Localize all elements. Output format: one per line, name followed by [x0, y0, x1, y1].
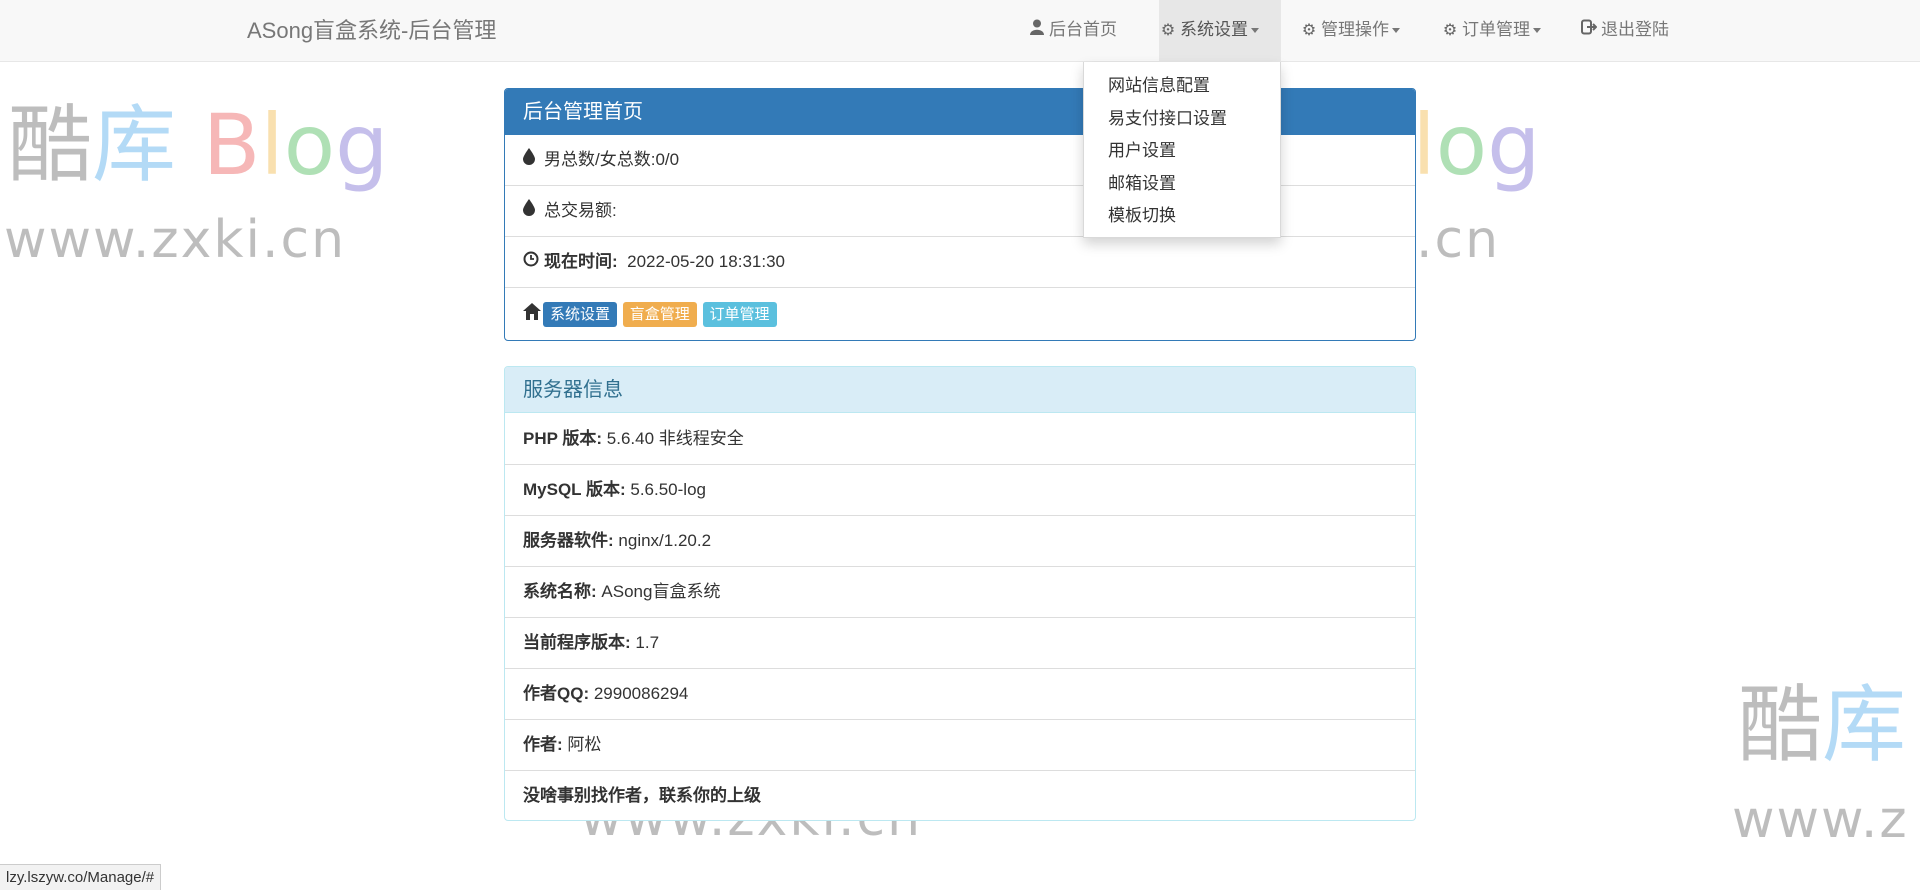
- system-settings-dropdown: 网站信息配置 易支付接口设置 用户设置 邮箱设置 模板切换: [1083, 62, 1281, 238]
- server-info-row: 作者: 阿松: [505, 720, 1415, 771]
- logout-icon: [1580, 1, 1598, 61]
- current-time-value: 2022-05-20 18:31:30: [627, 252, 785, 271]
- dropdown-item-email-settings[interactable]: 邮箱设置: [1108, 172, 1176, 196]
- gear-icon: ⚙: [1160, 22, 1176, 39]
- server-info-row: MySQL 版本: 5.6.50-log: [505, 465, 1415, 516]
- nav-system-settings[interactable]: ⚙ 系统设置: [1159, 0, 1281, 61]
- dropdown-item-template[interactable]: 模板切换: [1108, 204, 1176, 228]
- caret-down-icon: [1533, 28, 1541, 34]
- server-info-row: 没啥事别找作者，联系你的上级: [523, 786, 761, 805]
- user-icon: [1028, 1, 1046, 61]
- nav-home[interactable]: 后台首页: [1009, 0, 1159, 61]
- clock-icon: [523, 237, 539, 287]
- nav-home-label: 后台首页: [1049, 20, 1117, 39]
- drop-icon: [523, 186, 539, 236]
- nav-manage-ops-label: 管理操作: [1321, 20, 1389, 39]
- server-info-row: 服务器软件: nginx/1.20.2: [505, 516, 1415, 567]
- trade-total-label: 总交易额:: [544, 201, 617, 220]
- server-info-row: 系统名称: ASong盲盒系统: [505, 567, 1415, 618]
- gear-icon: ⚙: [1301, 22, 1317, 39]
- drop-icon: [523, 135, 539, 185]
- watermark-url: www.z: [1732, 790, 1909, 850]
- watermark-logo: 酷库 Blog: [8, 96, 389, 194]
- watermark-logo: 酷库: [1738, 676, 1907, 774]
- current-time-label: 现在时间:: [544, 252, 618, 271]
- nav-system-settings-label: 系统设置: [1180, 20, 1248, 39]
- system-settings-button[interactable]: 系统设置: [543, 302, 618, 328]
- current-time-row: 现在时间: 2022-05-20 18:31:30: [505, 237, 1415, 288]
- nav-logout-label: 退出登陆: [1601, 20, 1669, 39]
- quick-links-row: 系统设置 盲盒管理 订单管理: [505, 288, 1415, 340]
- caret-down-icon: [1251, 28, 1259, 34]
- server-info-row: 当前程序版本: 1.7: [505, 618, 1415, 669]
- nav-order-manage-label: 订单管理: [1462, 20, 1530, 39]
- gender-stat-label: 男总数/女总数:: [544, 150, 656, 169]
- dropdown-item-user-settings[interactable]: 用户设置: [1108, 139, 1176, 163]
- order-manage-button[interactable]: 订单管理: [702, 302, 777, 328]
- nav-logout[interactable]: 退出登陆: [1580, 0, 1669, 61]
- navbar: ASong盲盒系统-后台管理 后台首页 ⚙ 系统设置 ⚙ 管理操作 ⚙ 订单管理 退出…: [0, 0, 1920, 62]
- blindbox-manage-button[interactable]: 盲盒管理: [622, 302, 697, 328]
- gender-stat-value: 0/0: [655, 150, 680, 169]
- server-info-row: PHP 版本: 5.6.40 非线程安全: [505, 414, 1415, 465]
- browser-status-bar: lzy.lszyw.co/Manage/#: [0, 864, 162, 890]
- home-icon: [523, 288, 541, 340]
- watermark-url: www.zxki.cn: [4, 210, 347, 270]
- nav-manage-ops[interactable]: ⚙ 管理操作: [1300, 0, 1400, 61]
- caret-down-icon: [1392, 28, 1400, 34]
- server-info-panel: 服务器信息 PHP 版本: 5.6.40 非线程安全 MySQL 版本: 5.6…: [504, 366, 1416, 821]
- dropdown-item-payment[interactable]: 易支付接口设置: [1108, 107, 1227, 131]
- panel-title: 服务器信息: [505, 367, 1415, 413]
- dropdown-item-site-config[interactable]: 网站信息配置: [1108, 74, 1210, 98]
- server-info-row: 作者QQ: 2990086294: [505, 669, 1415, 720]
- nav-order-manage[interactable]: ⚙ 订单管理: [1441, 0, 1541, 61]
- gear-icon: ⚙: [1442, 22, 1458, 39]
- brand-title[interactable]: ASong盲盒系统-后台管理: [247, 0, 496, 62]
